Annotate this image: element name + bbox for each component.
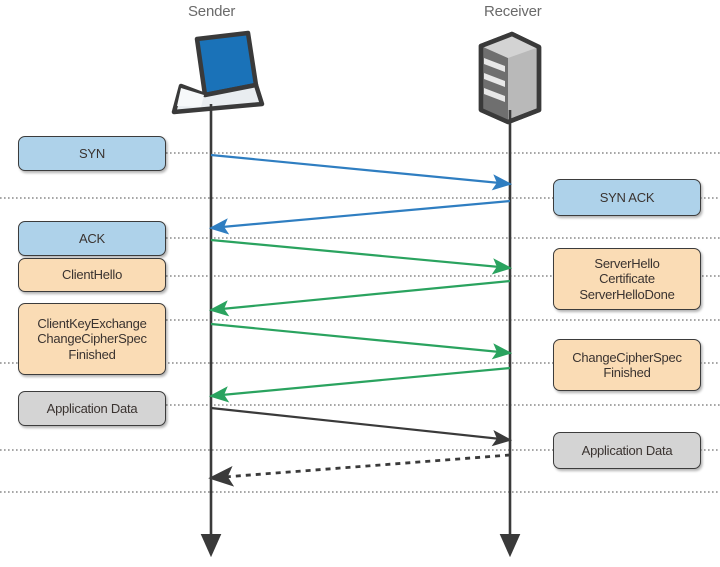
clientkeyexchange-box: ClientKeyExchange ChangeCipherSpec Finishe…: [18, 303, 166, 375]
message-label: Application Data: [46, 400, 138, 416]
message-label: Certificate: [599, 271, 655, 287]
message-label: SYN ACK: [599, 189, 655, 205]
clienthello-box: ClientHello: [18, 258, 166, 292]
message-label: ServerHelloDone: [579, 286, 675, 302]
arrow-clientkeyexchange: [210, 322, 513, 360]
ack-box: ACK: [18, 221, 166, 256]
message-arrows-group: [208, 153, 513, 487]
arrow-clienthello: [210, 238, 513, 275]
message-label: Finished: [603, 365, 651, 380]
arrow-syn-ack: [208, 199, 511, 235]
arrow-appdata-send: [210, 406, 513, 447]
message-label: ACK: [79, 230, 105, 246]
arrow-serverfinished: [208, 366, 511, 403]
message-label: ClientKeyExchange: [37, 315, 147, 331]
changecipherspec-box: ChangeCipherSpec Finished: [553, 339, 701, 391]
message-label: Application Data: [581, 442, 673, 458]
message-label: ClientHello: [61, 267, 123, 283]
application-data-box-right: Application Data: [553, 432, 701, 469]
application-data-box-left: Application Data: [18, 391, 166, 426]
arrow-serverhello: [208, 279, 511, 317]
serverhello-box: ServerHello Certificate ServerHelloDone: [553, 248, 701, 310]
sequence-diagram-canvas: Sender Receiver SYN ACK ClientHello Clie…: [0, 0, 720, 567]
arrow-syn: [210, 153, 513, 191]
message-label: SYN: [79, 145, 105, 161]
message-label: ServerHello: [594, 255, 660, 271]
message-label: ChangeCipherSpec: [37, 331, 147, 347]
syn-ack-box: SYN ACK: [553, 179, 701, 216]
message-label: ChangeCipherSpec: [572, 349, 682, 365]
arrow-appdata-recv: [208, 453, 511, 487]
syn-box: SYN: [18, 136, 166, 171]
message-label: Finished: [68, 346, 116, 362]
